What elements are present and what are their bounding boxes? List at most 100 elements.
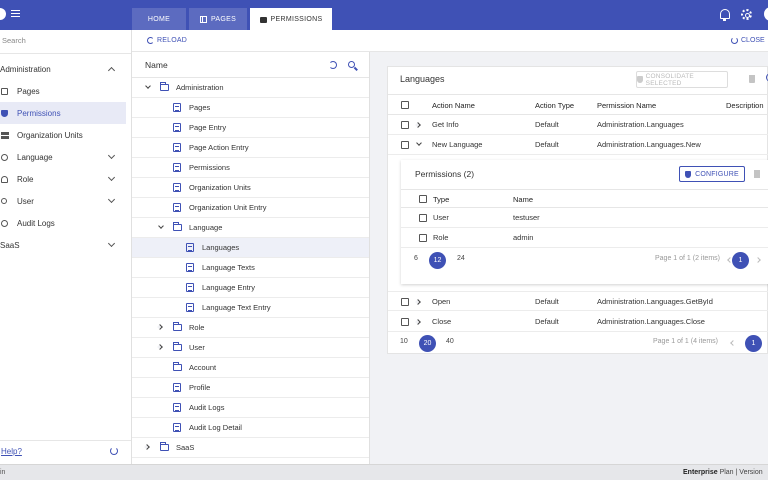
chevron-right-icon[interactable] (415, 319, 421, 325)
gear-icon[interactable] (741, 9, 752, 20)
sidebar-item-role[interactable]: Role (0, 168, 126, 190)
tree-row-label: Audit Log Detail (189, 423, 242, 432)
tree-row[interactable]: Role (132, 318, 369, 338)
tree-row[interactable]: Language Entry (132, 278, 369, 298)
sidebar-group-administration[interactable]: Administration (0, 58, 126, 80)
column-header[interactable]: Action Type (535, 101, 574, 110)
sidebar-item-label: Pages (17, 86, 40, 96)
avatar[interactable] (764, 7, 768, 21)
sidebar-item-audit-logs[interactable]: Audit Logs (0, 212, 126, 234)
tree-row[interactable]: Language Texts (132, 258, 369, 278)
chevron-right-icon[interactable] (144, 444, 150, 450)
action-type: Default (535, 317, 559, 326)
tree-row[interactable]: Administration (132, 78, 369, 98)
column-header[interactable]: Type (433, 195, 449, 204)
row-checkbox[interactable] (401, 318, 409, 326)
chevron-right-icon[interactable] (157, 324, 163, 330)
permission-tree: Name Administration Pages Page Entry Pag… (132, 52, 370, 464)
row-checkbox[interactable] (401, 141, 409, 149)
tab-permissions[interactable]: PERMISSIONS (250, 8, 332, 30)
chevron-left-icon[interactable] (730, 340, 736, 346)
sync-icon[interactable] (110, 447, 118, 455)
row-checkbox[interactable] (419, 214, 427, 222)
reload-button[interactable]: RELOAD (147, 37, 187, 44)
tree-row[interactable]: Language Text Entry (132, 298, 369, 318)
column-header[interactable]: Name (513, 195, 533, 204)
sidebar-item-pages[interactable]: Pages (0, 80, 126, 102)
help-link[interactable]: Help? (1, 447, 22, 456)
page-size-option[interactable]: 24 (457, 255, 465, 262)
page-info: Page 1 of 1 (2 items) (655, 255, 720, 262)
lock-icon (1, 109, 8, 117)
tree-row-selected[interactable]: Languages (132, 238, 369, 258)
tree-row[interactable]: Language (132, 218, 369, 238)
select-all-checkbox[interactable] (419, 195, 427, 203)
sidebar-item-language[interactable]: Language (0, 146, 126, 168)
chevron-down-icon[interactable] (145, 83, 151, 89)
table-row[interactable]: Role admin (401, 228, 768, 248)
status-text: in (0, 469, 6, 476)
chevron-right-icon[interactable] (755, 257, 761, 263)
table-row[interactable]: Open Default Administration.Languages.Ge… (388, 291, 768, 311)
sidebar-group-saas[interactable]: SaaS (0, 234, 126, 256)
tree-row[interactable]: Page Entry (132, 118, 369, 138)
column-header[interactable]: Description (726, 101, 764, 110)
tree-row[interactable]: User (132, 338, 369, 358)
page-size-option[interactable]: 40 (446, 338, 454, 345)
tree-row[interactable]: Audit Logs (132, 398, 369, 418)
row-checkbox[interactable] (419, 234, 427, 242)
search-icon[interactable] (348, 61, 355, 68)
action-type: Default (535, 140, 559, 149)
current-page[interactable]: 1 (745, 335, 762, 352)
tree-row[interactable]: Profile (132, 378, 369, 398)
page-size-selected[interactable]: 20 (419, 335, 436, 352)
table-row[interactable]: New Language Default Administration.Lang… (388, 135, 768, 155)
trash-icon[interactable] (749, 75, 755, 83)
trash-icon[interactable] (754, 170, 760, 178)
sidebar-item-organization-units[interactable]: Organization Units (0, 124, 126, 146)
sidebar-item-permissions[interactable]: Permissions (0, 102, 126, 124)
page-size-selected[interactable]: 12 (429, 252, 446, 269)
table-row[interactable]: User testuser (401, 208, 768, 228)
page-size-option[interactable]: 6 (414, 255, 418, 262)
page-size-option[interactable]: 10 (400, 338, 408, 345)
row-checkbox[interactable] (401, 121, 409, 129)
tree-row[interactable]: SaaS (132, 438, 369, 458)
tree-row-label: Language Texts (202, 263, 255, 272)
tree-row[interactable]: Organization Units (132, 178, 369, 198)
tree-row[interactable]: Permissions (132, 158, 369, 178)
chevron-down-icon[interactable] (158, 223, 164, 229)
chevron-right-icon[interactable] (415, 122, 421, 128)
close-button[interactable]: CLOSE (731, 37, 765, 44)
current-page[interactable]: 1 (732, 252, 749, 269)
search-input[interactable]: Search (2, 36, 26, 45)
sidebar-item-user[interactable]: User (0, 190, 126, 212)
row-checkbox[interactable] (401, 298, 409, 306)
chevron-right-icon[interactable] (415, 299, 421, 305)
chevron-down-icon[interactable] (416, 140, 422, 146)
tab-pages[interactable]: PAGES (189, 8, 247, 30)
consolidate-selected-button[interactable]: CONSOLIDATE SELECTED (636, 71, 728, 88)
permissions-subgrid: Permissions (2) CONFIGURE Type Name User… (401, 160, 768, 284)
column-header[interactable]: Action Name (432, 101, 475, 110)
tree-row-label: Language (189, 223, 223, 232)
tab-home[interactable]: HOME (132, 8, 186, 30)
column-header[interactable]: Permission Name (597, 101, 656, 110)
table-row[interactable]: Get Info Default Administration.Language… (388, 115, 768, 135)
sidebar-item-label: Permissions (17, 108, 61, 118)
configure-button[interactable]: CONFIGURE (679, 166, 745, 182)
refresh-icon[interactable] (329, 61, 337, 69)
select-all-checkbox[interactable] (401, 101, 409, 109)
tree-row[interactable]: Organization Unit Entry (132, 198, 369, 218)
globe-icon (1, 153, 8, 161)
tree-row[interactable]: Page Action Entry (132, 138, 369, 158)
chevron-right-icon[interactable] (157, 344, 163, 350)
tree-row[interactable]: Account (132, 358, 369, 378)
table-row[interactable]: Close Default Administration.Languages.C… (388, 312, 768, 332)
menu-icon[interactable] (11, 10, 20, 17)
page-icon (173, 103, 181, 112)
configure-label: CONFIGURE (695, 170, 739, 178)
tree-row[interactable]: Audit Log Detail (132, 418, 369, 438)
tree-row[interactable]: Pages (132, 98, 369, 118)
bell-icon[interactable] (720, 9, 730, 21)
